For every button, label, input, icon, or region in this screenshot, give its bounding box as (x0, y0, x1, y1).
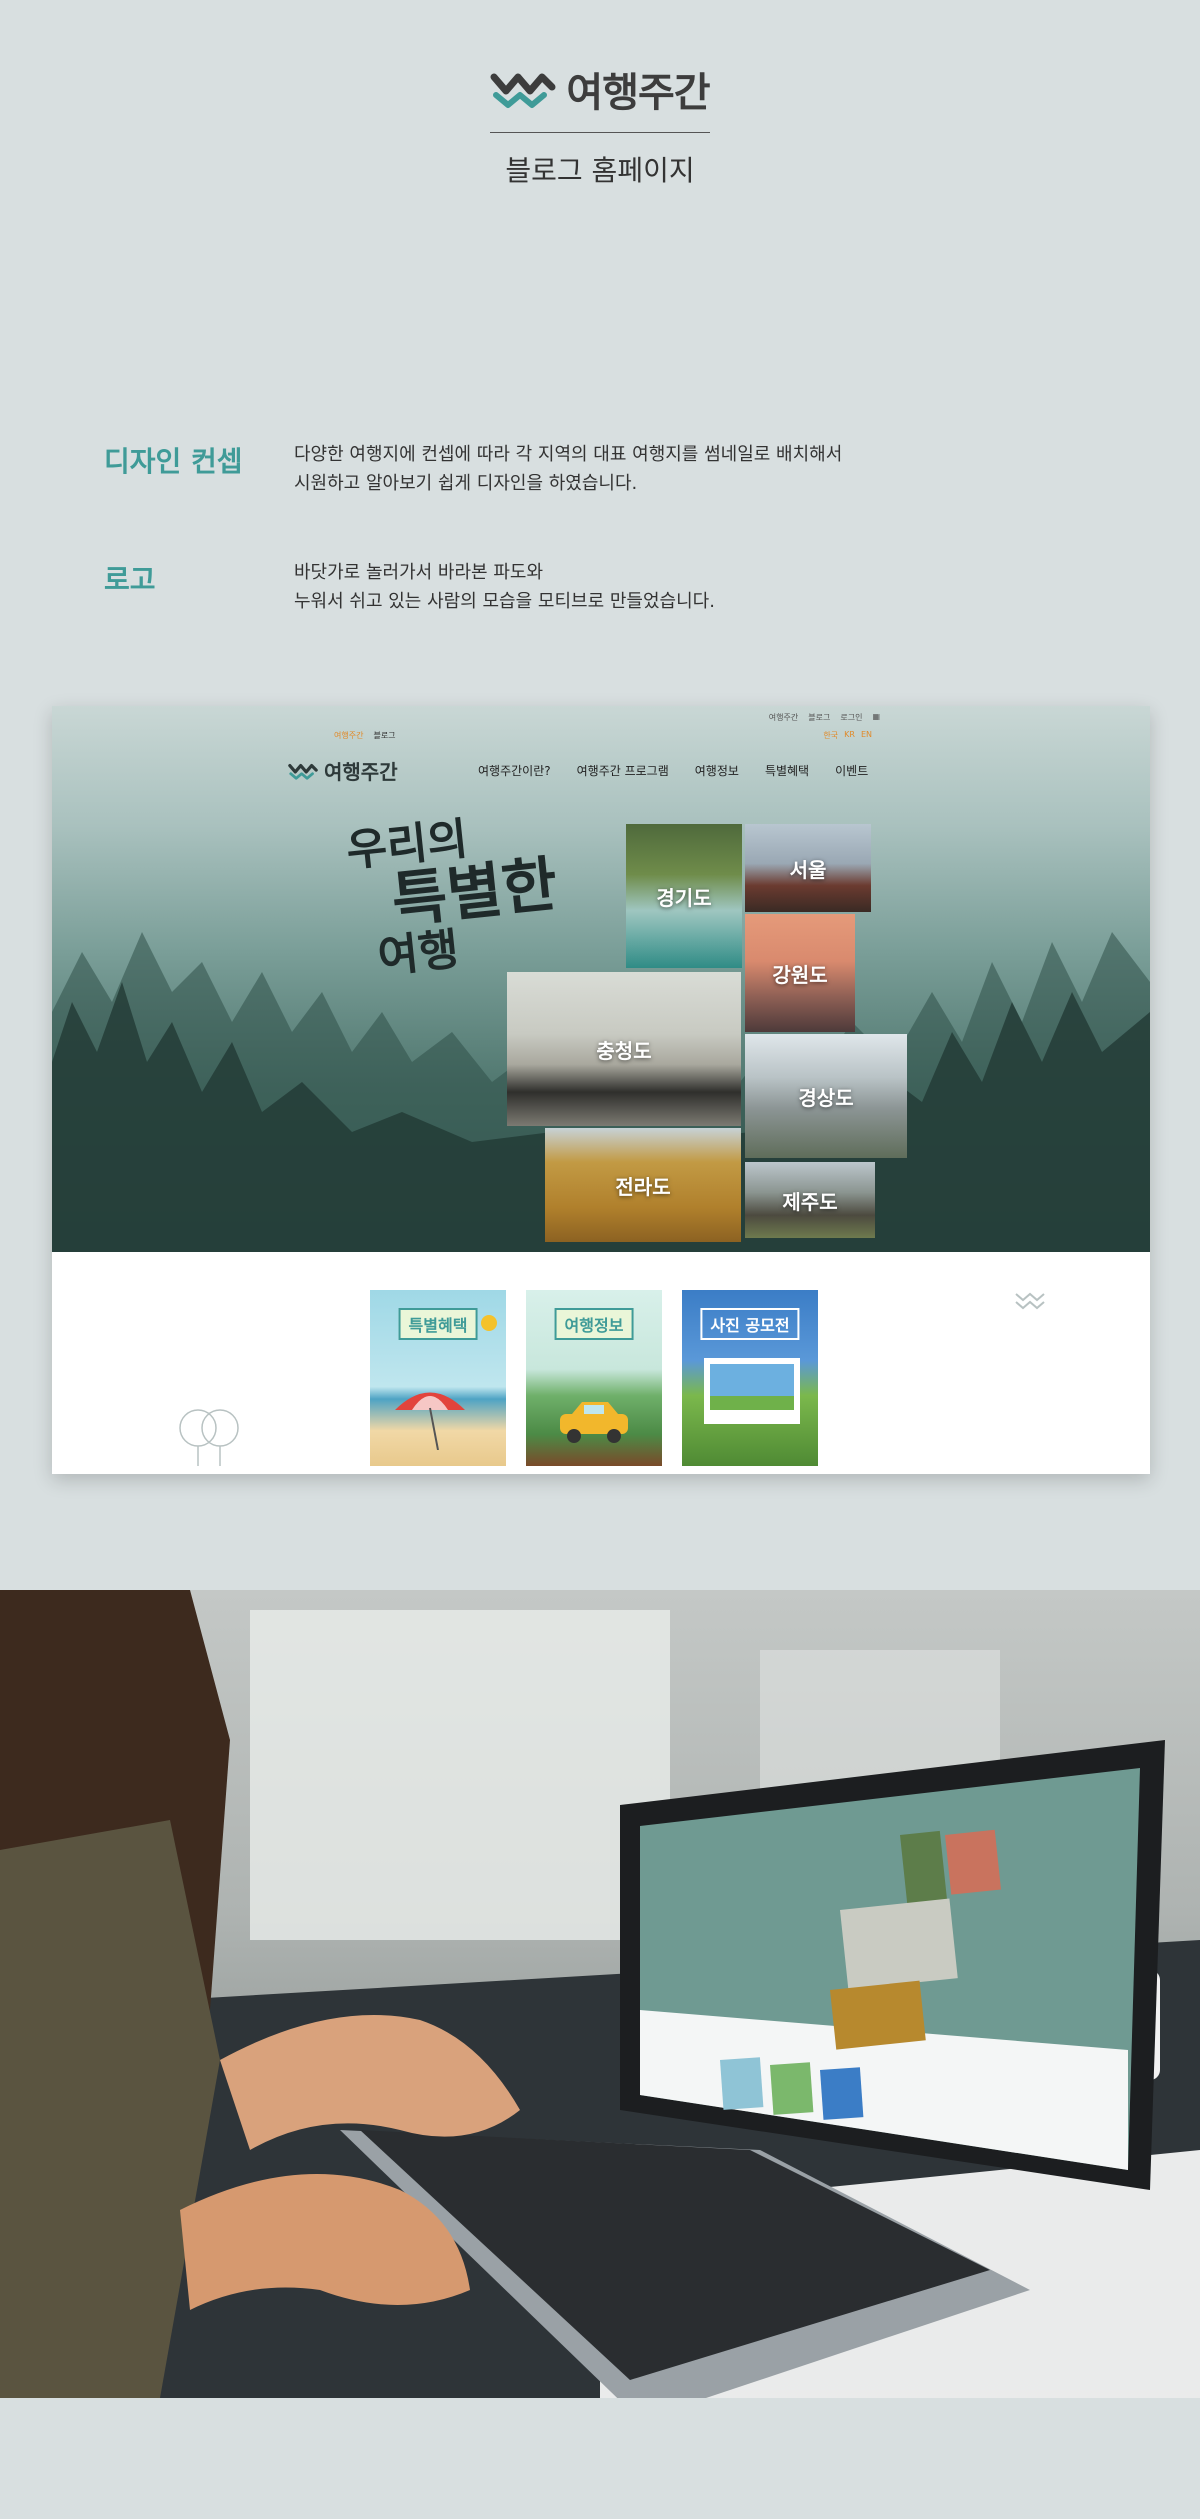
logo-line: 바닷가로 놀러가서 바라본 파도와 (294, 562, 544, 583)
region-tile-gyeonggi[interactable]: 경기도 (626, 824, 742, 968)
top-tabs: 여행주간 블로그 (334, 730, 396, 741)
tree-icon (179, 1409, 239, 1466)
grid-icon[interactable]: ▦ (872, 712, 880, 723)
region-label: 경기도 (656, 885, 712, 910)
laptop-scene (0, 1590, 1200, 2398)
brand-name: 여행주간 (566, 70, 710, 116)
zigzag-icon (1015, 1292, 1045, 1310)
brand-divider (490, 132, 710, 133)
utility-link[interactable]: 블로그 (808, 712, 830, 723)
content-band: 특별혜택 여행정보 사진 공모전 (52, 1252, 1150, 1474)
region-label: 충청도 (596, 1038, 652, 1063)
nav-item-program[interactable]: 여행주간 프로그램 (577, 762, 669, 779)
sun-icon (481, 1315, 497, 1331)
car-icon (560, 1402, 628, 1443)
tab-blog[interactable]: 블로그 (373, 730, 395, 741)
logo-heading: 로고 (104, 563, 156, 596)
hero-title-line: 특별한 (388, 849, 561, 937)
concept-line: 다양한 여행지에 컨셉에 따라 각 지역의 대표 여행지를 썸네일로 배치해서 (294, 444, 843, 465)
nav-item-about[interactable]: 여행주간이란? (478, 762, 551, 779)
card-travel-info[interactable]: 여행정보 (526, 1290, 662, 1466)
hero-title: 우리의 특별한 여행 (344, 808, 565, 984)
utility-link[interactable]: 로그인 (840, 712, 862, 723)
website-mockup: 여행주간 블로그 로그인 ▦ 여행주간 블로그 한국 KR EN 여행주간 여행… (52, 706, 1150, 1474)
region-label: 경상도 (798, 1085, 854, 1110)
brand-header: 여행주간 블로그 홈페이지 (0, 60, 1200, 189)
site-logo-text: 여행주간 (324, 760, 398, 784)
region-tile-seoul[interactable]: 서울 (745, 824, 871, 912)
logo-row: 로고 바닷가로 놀러가서 바라본 파도와 누워서 쉬고 있는 사람의 모습을 모… (104, 558, 1104, 628)
region-tile-jeju[interactable]: 제주도 (745, 1162, 875, 1238)
region-tile-gyeongsang[interactable]: 경상도 (745, 1034, 907, 1158)
concept-line: 시원하고 알아보기 쉽게 디자인을 하였습니다. (294, 473, 638, 494)
page-subtitle: 블로그 홈페이지 (505, 154, 695, 187)
region-tile-gangwon[interactable]: 강원도 (745, 914, 855, 1032)
laptop-photo (0, 1590, 1200, 2398)
nav-item-benefits[interactable]: 특별혜택 (765, 762, 809, 779)
region-label: 제주도 (782, 1189, 838, 1214)
photo-frame-icon (704, 1358, 800, 1424)
tab-travel-week[interactable]: 여행주간 (334, 730, 363, 741)
hero-banner: 여행주간 블로그 로그인 ▦ 여행주간 블로그 한국 KR EN 여행주간 여행… (52, 706, 1150, 1252)
region-label: 전라도 (615, 1174, 671, 1199)
region-tile-jeolla[interactable]: 전라도 (545, 1128, 741, 1242)
brand-logo: 여행주간 (490, 60, 711, 118)
card-label: 여행정보 (554, 1308, 634, 1340)
card-benefits[interactable]: 특별혜택 (370, 1290, 506, 1466)
card-label: 특별혜택 (398, 1308, 478, 1340)
nav-item-event[interactable]: 이벤트 (835, 762, 868, 779)
card-label: 사진 공모전 (700, 1308, 800, 1340)
concept-text: 다양한 여행지에 컨셉에 따라 각 지역의 대표 여행지를 썸네일로 배치해서 … (294, 440, 842, 498)
beach-umbrella-icon (395, 1392, 465, 1450)
concept-row: 디자인 컨셉 다양한 여행지에 컨셉에 따라 각 지역의 대표 여행지를 썸네일… (104, 440, 1104, 510)
nav-item-info[interactable]: 여행정보 (695, 762, 739, 779)
site-logo[interactable]: 여행주간 (288, 756, 398, 785)
language-links: 한국 KR EN (823, 730, 872, 741)
main-nav: 여행주간이란? 여행주간 프로그램 여행정보 특별혜택 이벤트 (478, 762, 868, 779)
utility-links: 여행주간 블로그 로그인 ▦ (769, 712, 880, 723)
utility-link[interactable]: 여행주간 (769, 712, 798, 723)
logo-wave-icon (490, 73, 556, 108)
logo-line: 누워서 쉬고 있는 사람의 모습을 모티브로 만들었습니다. (294, 591, 715, 612)
region-label: 강원도 (772, 962, 828, 987)
card-photo-contest[interactable]: 사진 공모전 (682, 1290, 818, 1466)
region-label: 서울 (789, 857, 827, 882)
region-tile-chungcheong[interactable]: 충청도 (507, 972, 741, 1126)
logo-wave-icon (288, 763, 318, 780)
lang-link[interactable]: KR (844, 730, 855, 741)
lang-link[interactable]: 한국 (823, 730, 838, 741)
concept-heading: 디자인 컨셉 (104, 445, 243, 478)
logo-text: 바닷가로 놀러가서 바라본 파도와 누워서 쉬고 있는 사람의 모습을 모티브로… (294, 558, 715, 616)
lang-link[interactable]: EN (861, 730, 872, 741)
